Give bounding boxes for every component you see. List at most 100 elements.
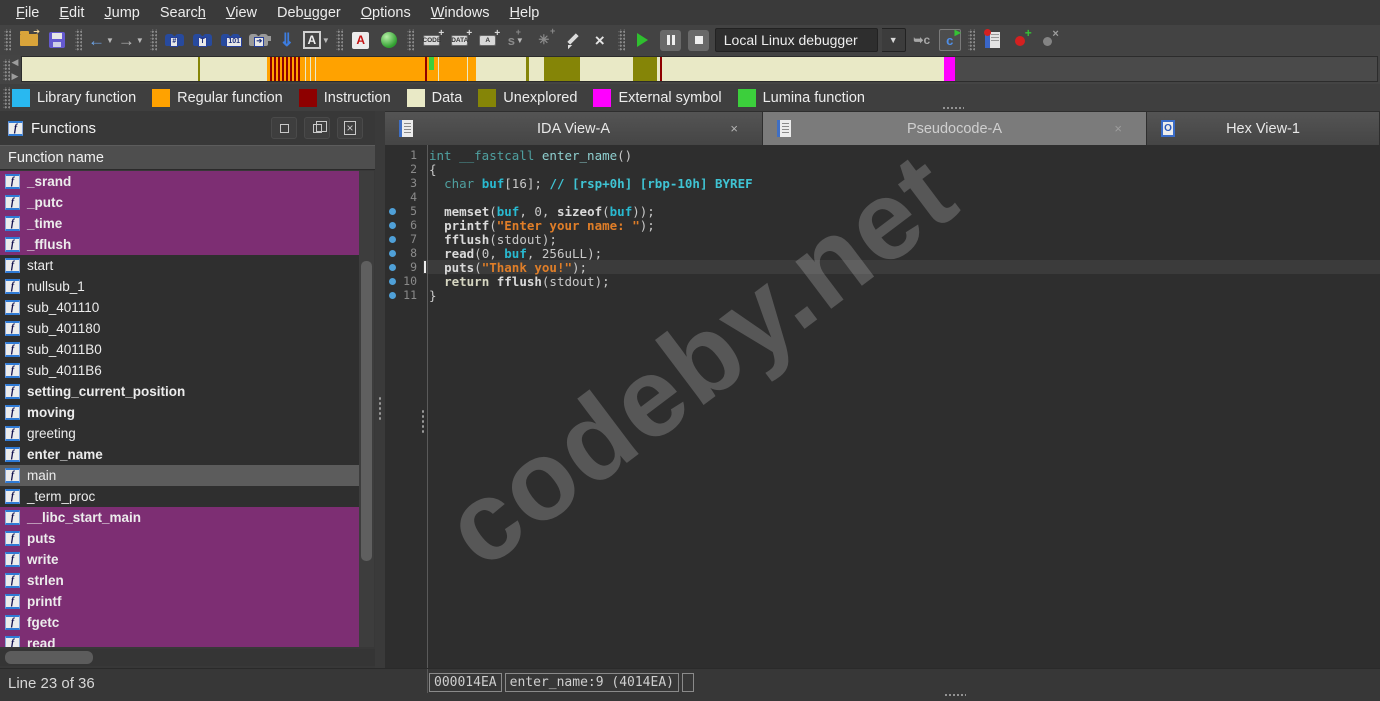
open-file-button[interactable] — [17, 28, 41, 52]
function-row[interactable]: setting_current_position — [0, 381, 359, 402]
toolbar-grip[interactable] — [336, 29, 343, 51]
tab-pseudocode-a[interactable]: Pseudocode-A × — [763, 112, 1147, 145]
search-next-button[interactable]: ➔ — [247, 28, 271, 52]
panel-splitter[interactable] — [375, 111, 385, 668]
nav-left-arrow-button[interactable]: ◀ — [12, 58, 19, 67]
scrollbar-thumb[interactable] — [5, 651, 93, 664]
menu-item-jump[interactable]: Jump — [94, 3, 149, 23]
line-dot-icon[interactable] — [385, 236, 399, 243]
ascii-string-button[interactable]: ▼ — [303, 28, 330, 52]
function-row[interactable]: sub_401180 — [0, 318, 359, 339]
line-dot-icon[interactable] — [385, 292, 399, 299]
function-row[interactable]: printf — [0, 591, 359, 612]
start-process-button[interactable] — [631, 28, 655, 52]
function-row[interactable]: _srand — [0, 171, 359, 192]
tab-close-icon[interactable]: × — [730, 121, 738, 136]
panel-close-button[interactable]: × — [337, 117, 363, 139]
undefine-button[interactable]: × — [588, 28, 612, 52]
tab-close-icon[interactable]: × — [1114, 121, 1122, 136]
tab-ida-view-a[interactable]: IDA View-A × — [385, 112, 763, 145]
function-row[interactable]: sub_4011B6 — [0, 360, 359, 381]
toolbar-grip[interactable] — [75, 29, 82, 51]
code-line[interactable]: 3 char buf[16]; // [rsp+0h] [rbp-10h] BY… — [385, 176, 1380, 190]
function-row[interactable]: nullsub_1 — [0, 276, 359, 297]
function-row[interactable]: _putc — [0, 192, 359, 213]
line-dot-icon[interactable] — [385, 278, 399, 285]
function-row[interactable]: enter_name — [0, 444, 359, 465]
nav-right-arrow-button[interactable]: ▶ — [12, 72, 19, 81]
make-array-button[interactable]: ✳+ — [532, 28, 556, 52]
code-line[interactable]: 1int __fastcall enter_name() — [385, 148, 1380, 162]
make-data-button[interactable]: DATA — [448, 28, 472, 52]
pause-process-button[interactable] — [659, 28, 683, 52]
search-text-button[interactable]: T — [191, 28, 215, 52]
add-breakpoint-button[interactable] — [1009, 28, 1033, 52]
continue-process-button[interactable]: c — [938, 28, 962, 52]
function-row[interactable]: start — [0, 255, 359, 276]
code-line[interactable]: 8 read(0, buf, 256uLL); — [385, 246, 1380, 260]
attach-process-button[interactable]: ➥c — [910, 28, 934, 52]
toolbar-grip[interactable] — [968, 29, 975, 51]
splitter-handle[interactable] — [378, 396, 382, 422]
toolbar-grip[interactable] — [150, 29, 157, 51]
function-list-vertical-scrollbar[interactable] — [359, 171, 374, 647]
function-row[interactable]: main — [0, 465, 359, 486]
gutter-splitter-handle[interactable] — [421, 409, 425, 435]
function-row[interactable]: puts — [0, 528, 359, 549]
code-line[interactable]: 4 — [385, 190, 1380, 204]
line-dot-icon[interactable] — [385, 208, 399, 215]
navigate-forward-button[interactable]: →▼ — [118, 28, 144, 52]
function-row[interactable]: _time — [0, 213, 359, 234]
menu-item-view[interactable]: View — [216, 3, 267, 23]
debugger-selector-dropdown[interactable]: ▼ — [882, 28, 906, 52]
function-row[interactable]: fgetc — [0, 612, 359, 633]
search-address-button[interactable]: # — [163, 28, 187, 52]
line-dot-icon[interactable] — [385, 250, 399, 257]
save-file-button[interactable] — [45, 28, 69, 52]
menu-item-options[interactable]: Options — [351, 3, 421, 23]
code-line[interactable]: 11} — [385, 288, 1380, 302]
jump-button[interactable]: ⇓ — [275, 28, 299, 52]
make-name-button[interactable]: A — [476, 28, 500, 52]
scrollbar-thumb[interactable] — [361, 261, 372, 561]
function-row[interactable]: sub_401110 — [0, 297, 359, 318]
lumina-button[interactable] — [377, 28, 401, 52]
function-row[interactable]: __libc_start_main — [0, 507, 359, 528]
line-dot-icon[interactable] — [385, 222, 399, 229]
menu-item-edit[interactable]: Edit — [49, 3, 94, 23]
menu-item-search[interactable]: Search — [150, 3, 216, 23]
code-line[interactable]: 9 puts("Thank you!"); — [385, 260, 1380, 274]
nav-band[interactable] — [21, 56, 1378, 82]
function-row[interactable]: sub_4011B0 — [0, 339, 359, 360]
function-row[interactable]: greeting — [0, 423, 359, 444]
menu-item-windows[interactable]: Windows — [421, 3, 500, 23]
menu-item-file[interactable]: File — [6, 3, 49, 23]
tab-hex-view-1[interactable]: Hex View-1 — [1147, 112, 1380, 145]
function-row[interactable]: moving — [0, 402, 359, 423]
toolbar-grip[interactable] — [618, 29, 625, 51]
function-row[interactable]: _fflush — [0, 234, 359, 255]
toolbar-grip[interactable] — [407, 29, 414, 51]
panel-maximize-button[interactable] — [271, 117, 297, 139]
code-line[interactable]: 10 return fflush(stdout); — [385, 274, 1380, 288]
menu-item-help[interactable]: Help — [500, 3, 550, 23]
search-binary-button[interactable]: 101 — [219, 28, 243, 52]
function-row[interactable]: read — [0, 633, 359, 647]
function-row[interactable]: _term_proc — [0, 486, 359, 507]
problems-button[interactable] — [349, 28, 373, 52]
function-list-horizontal-scrollbar[interactable] — [0, 649, 375, 666]
function-row[interactable]: strlen — [0, 570, 359, 591]
code-line[interactable]: 5 memset(buf, 0, sizeof(buf)); — [385, 204, 1380, 218]
stop-process-button[interactable] — [687, 28, 711, 52]
navigate-back-button[interactable]: ←▼ — [88, 28, 114, 52]
pseudocode-view[interactable]: 1int __fastcall enter_name()2{3 char buf… — [385, 145, 1380, 668]
make-struct-button[interactable]: s+▼ — [504, 28, 528, 52]
debugger-selector[interactable]: Local Linux debugger — [715, 28, 878, 52]
delete-breakpoint-button[interactable] — [1037, 28, 1061, 52]
function-name-column-header[interactable]: Function name — [0, 145, 375, 170]
edit-button[interactable] — [560, 28, 584, 52]
code-line[interactable]: 2{ — [385, 162, 1380, 176]
code-line[interactable]: 6 printf("Enter your name: "); — [385, 218, 1380, 232]
make-code-button[interactable]: CODE — [420, 28, 444, 52]
menu-item-debugger[interactable]: Debugger — [267, 3, 351, 23]
